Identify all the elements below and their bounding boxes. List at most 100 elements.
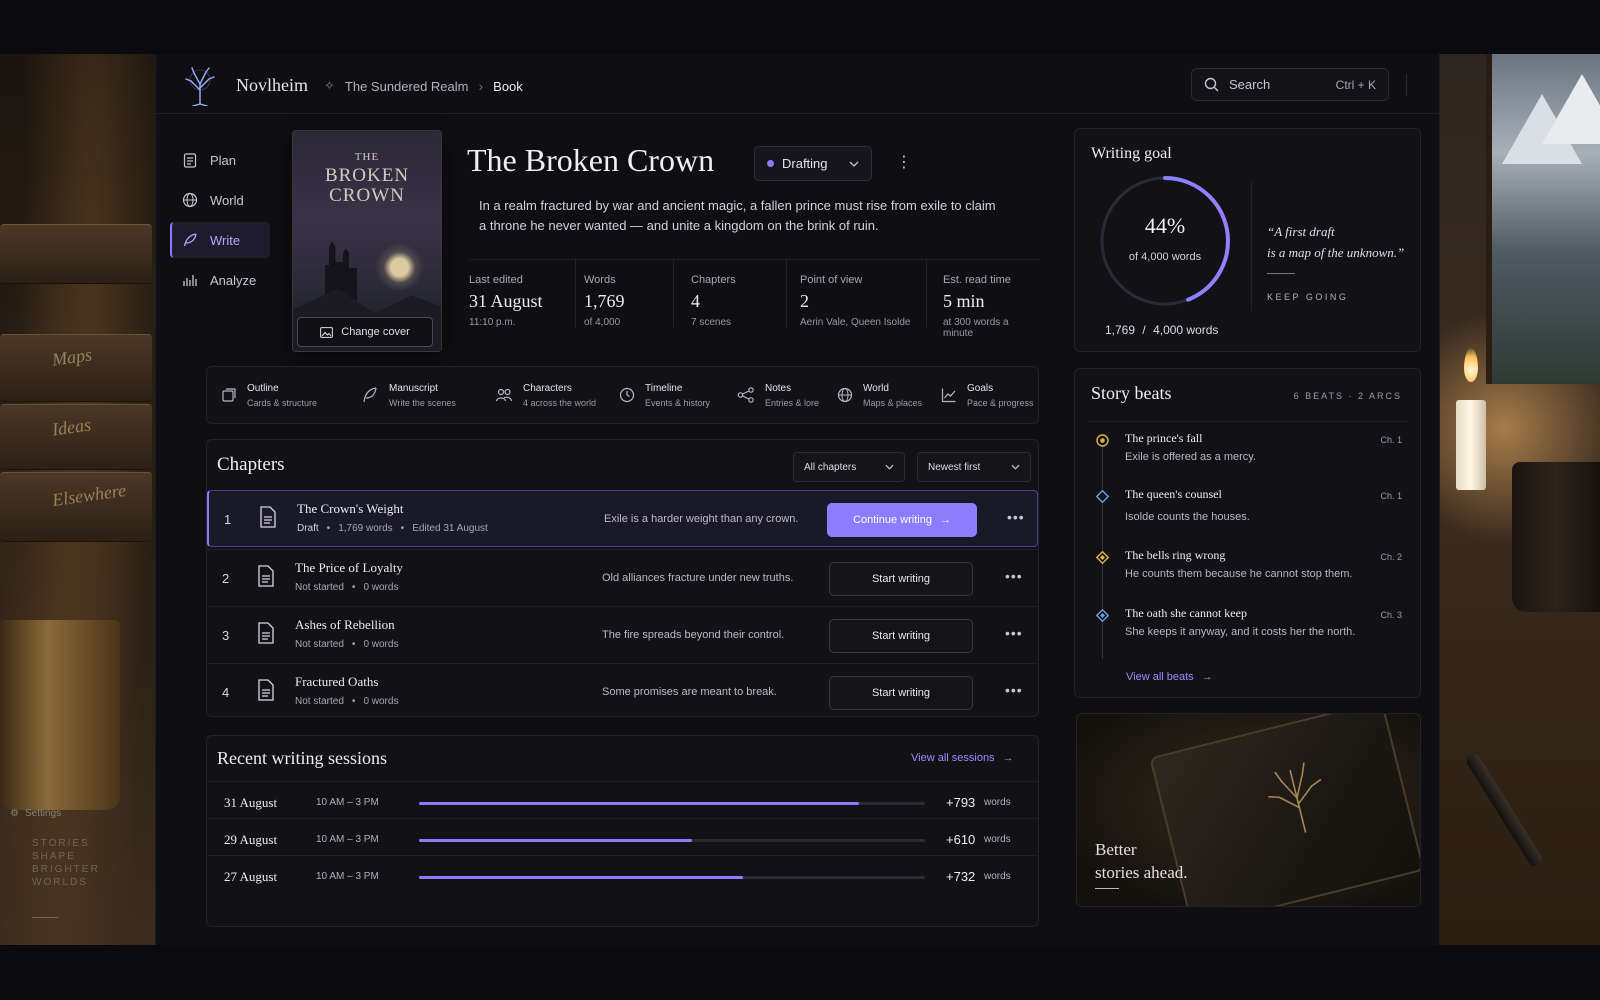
tool-goals[interactable]: Goals Pace & progress (927, 375, 1037, 415)
mug (1512, 462, 1600, 612)
share-nodes-icon (737, 387, 754, 403)
app-window: Novlheim ✧ The Sundered Realm › Book Sea… (155, 54, 1441, 945)
chapter-row[interactable]: 2 The Price of Loyalty Not started • 0 wo… (207, 549, 1038, 606)
tool-outline[interactable]: Outline Cards & structure (207, 375, 347, 415)
goal-slash: / (1142, 323, 1146, 337)
view-all-beats-link[interactable]: View all beats → (1126, 671, 1213, 683)
more-options-icon[interactable]: ••• (1007, 509, 1025, 525)
beat-title: The oath she cannot keep (1125, 606, 1247, 620)
stat-last-edited: Last edited 31 August 11:10 p.m. (469, 260, 576, 328)
sidebar-item-world[interactable]: World (170, 182, 270, 218)
search-input[interactable]: Search Ctrl + K (1191, 68, 1389, 101)
dot-separator: • (351, 639, 356, 650)
session-date: 31 August (224, 795, 278, 810)
people-icon (495, 388, 513, 402)
mountain (1542, 74, 1600, 144)
promo-rule (1095, 888, 1119, 889)
book-synopsis: In a realm fractured by war and ancient … (479, 198, 996, 233)
chapter-status: Not started (295, 639, 344, 650)
more-options-icon[interactable]: ⋮ (896, 152, 912, 172)
session-date: 29 August (224, 832, 278, 847)
motto-line: BRIGHTER (32, 864, 100, 875)
quote-line: is a map of the unknown.” (1267, 245, 1405, 260)
start-writing-button[interactable]: Start writing (829, 562, 973, 596)
more-options-icon[interactable]: ••• (1005, 625, 1023, 641)
tool-manuscript[interactable]: Manuscript Write the scenes (347, 375, 481, 415)
chapter-row[interactable]: 4 Fractured Oaths Not started • 0 words S… (207, 663, 1038, 720)
sidebar-item-plan[interactable]: Plan (170, 142, 270, 178)
motto: STORIES SHAPE BRIGHTER WORLDS (32, 837, 100, 889)
chapter-number: 4 (222, 685, 230, 700)
sidebar-item-analyze[interactable]: Analyze (170, 262, 270, 298)
start-writing-button[interactable]: Start writing (829, 676, 973, 710)
book-stats: Last edited 31 August 11:10 p.m. Words 1… (469, 259, 1039, 339)
arrow-right-icon: → (1201, 671, 1213, 683)
quill-icon (183, 233, 197, 247)
tool-world[interactable]: World Maps & places (823, 375, 927, 415)
dot-separator: • (326, 523, 331, 534)
session-unit: words (984, 834, 1011, 845)
sidebar-item-write[interactable]: Write (170, 222, 270, 258)
chapter-sort-dropdown[interactable]: Newest first (917, 452, 1031, 482)
chapter-meta: Not started • 0 words (295, 696, 398, 707)
status-dropdown[interactable]: Drafting (754, 146, 872, 181)
pen-cup (0, 620, 120, 810)
more-options-icon[interactable]: ••• (1005, 682, 1023, 698)
chapter-number: 3 (222, 628, 230, 643)
session-unit: words (984, 797, 1011, 808)
breadcrumb-project[interactable]: The Sundered Realm (345, 79, 469, 94)
change-cover-button[interactable]: Change cover (297, 317, 433, 347)
progress-ring-svg (1100, 176, 1230, 306)
stat-value: 31 August (469, 291, 543, 311)
chapter-row[interactable]: 3 Ashes of Rebellion Not started • 0 word… (207, 606, 1038, 663)
continue-writing-button[interactable]: Continue writing → (827, 503, 977, 537)
session-time: 10 AM – 3 PM (316, 797, 379, 808)
more-options-icon[interactable]: ••• (1005, 568, 1023, 584)
chapter-row[interactable]: 1 The Crown's Weight Draft • 1,769 words •… (207, 490, 1038, 547)
goal-quote: “A first draft is a map of the unknown.” (1267, 221, 1417, 263)
stat-chapters: Chapters 4 7 scenes (674, 260, 787, 328)
chapter-status: Not started (295, 582, 344, 593)
chevron-down-icon (849, 161, 859, 167)
decor-book-ideas: Ideas (0, 404, 152, 470)
stat-value: 1,769 (584, 291, 625, 311)
chapter-number: 2 (222, 571, 230, 586)
tree-emblem-icon (1268, 762, 1322, 833)
gear-icon: ⚙ (10, 808, 19, 819)
chapter-filter-dropdown[interactable]: All chapters (793, 452, 905, 482)
search-placeholder: Search (1229, 77, 1271, 92)
tools-strip: Outline Cards & structure Manuscript Write… (206, 366, 1039, 424)
tool-notes[interactable]: Notes Entries & lore (723, 375, 823, 415)
beat-description: Isolde counts the houses. (1125, 511, 1250, 523)
session-words: +793 (946, 795, 976, 810)
tool-timeline[interactable]: Timeline Events & history (605, 375, 723, 415)
decor-book-maps: Maps (0, 334, 152, 402)
beat-description: He counts them because he cannot stop th… (1125, 568, 1353, 580)
chapter-meta: Draft • 1,769 words • Edited 31 August (297, 523, 488, 534)
motto-line: SHAPE (32, 851, 76, 862)
session-words: +610 (946, 832, 976, 847)
image-icon (320, 326, 334, 338)
view-all-sessions-link[interactable]: View all sessions → (911, 752, 1014, 764)
tool-title: World (863, 382, 889, 394)
cover-title-line: THE (354, 151, 380, 163)
tool-sub: Entries & lore (765, 397, 820, 408)
stat-point-of-view: Point of view 2 Aerin Vale, Queen Isolde (787, 260, 927, 328)
trend-icon (941, 388, 956, 403)
tool-sub: Maps & places (863, 397, 923, 408)
beat-diamond-icon (1096, 490, 1109, 503)
tool-sub: Events & history (645, 397, 711, 408)
chapters-panel: Chapters All chapters Newest first 1 The… (206, 439, 1039, 717)
writing-goal-heading: Writing goal (1091, 145, 1172, 162)
brand-name[interactable]: Novlheim (236, 75, 308, 96)
document-icon (258, 622, 274, 644)
chapter-description: Some promises are meant to break. (602, 686, 777, 698)
tool-characters[interactable]: Characters 4 across the world (481, 375, 605, 415)
beat-description: Exile is offered as a mercy. (1125, 451, 1257, 463)
session-date: 27 August (224, 869, 278, 884)
settings-link[interactable]: ⚙ Settings (10, 808, 100, 819)
story-beats-count: 6 BEATS · 2 ARCS (1293, 391, 1402, 401)
search-shortcut: Ctrl + K (1335, 77, 1376, 92)
chart-hand-icon (183, 275, 197, 286)
start-writing-button[interactable]: Start writing (829, 619, 973, 653)
